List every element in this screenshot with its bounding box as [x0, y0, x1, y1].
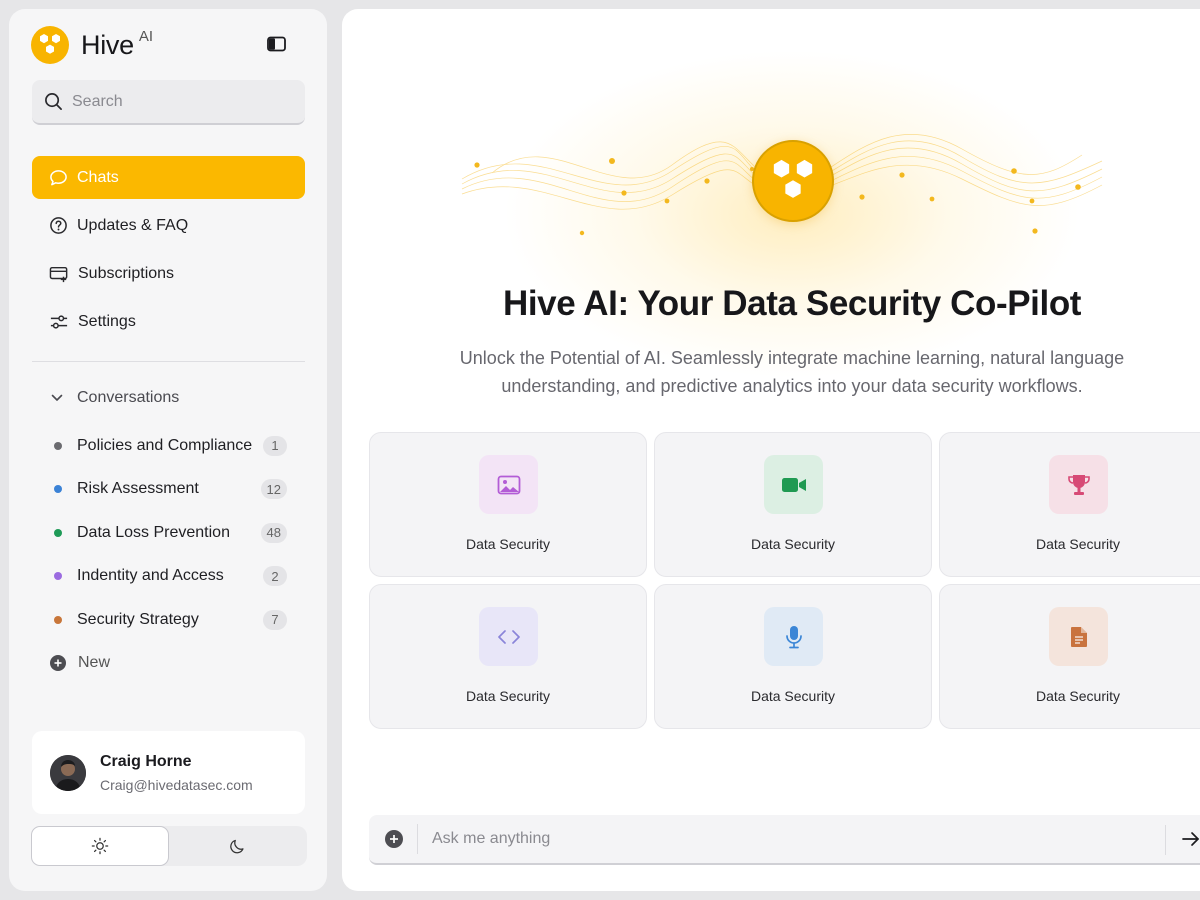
suggestion-card[interactable]: Data Security — [369, 584, 647, 729]
sidebar: Hive AI Chats Updates & FAQ — [9, 9, 327, 891]
card-icon-tile — [1049, 455, 1108, 514]
count-badge: 2 — [263, 566, 287, 587]
brand: Hive AI — [31, 25, 153, 65]
divider — [32, 361, 305, 362]
search-icon — [45, 93, 62, 110]
suggestion-card[interactable]: Data Security — [939, 584, 1200, 729]
suggestion-card[interactable]: Data Security — [939, 432, 1200, 577]
card-label: Data Security — [465, 536, 551, 552]
user-profile-card[interactable]: Craig Horne Craig@hivedatasec.com — [32, 731, 305, 814]
card-icon-tile — [764, 455, 823, 514]
conversation-item[interactable]: Indentity and Access 2 — [51, 555, 287, 599]
status-dot — [54, 441, 62, 450]
chat-input[interactable] — [432, 830, 1132, 848]
conversation-label: Risk Assessment — [77, 480, 199, 498]
conversation-label: Security Strategy — [77, 610, 199, 628]
count-badge: 1 — [263, 435, 287, 456]
question-circle-icon — [50, 217, 67, 234]
main-panel: Hive AI: Your Data Security Co-Pilot Unl… — [342, 9, 1200, 891]
new-label: New — [78, 654, 111, 672]
conversations-toggle[interactable]: Conversations — [51, 389, 179, 407]
status-dot — [54, 615, 62, 624]
conversation-label: Data Loss Prevention — [77, 523, 230, 541]
conversation-item[interactable]: Policies and Compliance 1 — [51, 424, 287, 468]
trophy-icon — [1067, 474, 1090, 495]
nav-item-chats[interactable]: Chats — [32, 156, 305, 199]
brand-name: Hive — [81, 29, 134, 60]
theme-toggle — [31, 826, 307, 866]
sliders-icon — [50, 314, 68, 329]
user-email: Craig@hivedatasec.com — [100, 776, 253, 793]
composer-divider — [417, 824, 418, 854]
user-name: Craig Horne — [100, 752, 192, 770]
composer-divider — [1165, 825, 1166, 855]
nav-label: Settings — [78, 312, 136, 330]
dark-mode-button[interactable] — [169, 826, 307, 866]
card-label: Data Security — [750, 536, 836, 552]
chat-composer — [369, 815, 1200, 865]
count-badge: 12 — [260, 479, 287, 500]
card-icon-tile — [764, 607, 823, 666]
conversation-list: Policies and Compliance 1 Risk Assessmen… — [50, 424, 287, 686]
light-mode-button[interactable] — [31, 826, 169, 866]
new-conversation-button[interactable]: New — [50, 642, 287, 686]
avatar — [50, 754, 86, 791]
search-input[interactable] — [72, 92, 282, 111]
image-icon — [497, 475, 520, 494]
suggestion-card[interactable]: Data Security — [654, 584, 932, 729]
count-badge: 48 — [260, 522, 287, 543]
card-label: Data Security — [465, 688, 551, 704]
code-icon — [497, 629, 520, 644]
page-title: Hive AI: Your Data Security Co-Pilot — [502, 284, 1082, 323]
status-dot — [54, 572, 62, 581]
video-camera-icon — [781, 477, 806, 492]
count-badge: 7 — [263, 609, 287, 630]
conversation-label: Indentity and Access — [77, 567, 224, 585]
nav-item-settings[interactable]: Settings — [32, 300, 305, 343]
suggestion-card[interactable]: Data Security — [369, 432, 647, 577]
conversation-item[interactable]: Data Loss Prevention 48 — [51, 511, 287, 555]
sidebar-toggle-icon[interactable] — [267, 36, 287, 54]
nav-label: Subscriptions — [78, 264, 175, 282]
plus-circle-icon — [50, 655, 66, 672]
main-nav: Chats Updates & FAQ Subscriptions Settin… — [32, 156, 305, 348]
send-arrow-icon[interactable] — [1181, 830, 1200, 848]
moon-icon — [230, 839, 244, 854]
nav-item-updates-faq[interactable]: Updates & FAQ — [32, 204, 305, 247]
card-icon-tile — [1049, 607, 1108, 666]
status-dot — [54, 485, 62, 494]
nav-item-subscriptions[interactable]: Subscriptions — [32, 252, 305, 295]
document-icon — [1070, 626, 1087, 647]
status-dot — [54, 528, 62, 537]
nav-label: Updates & FAQ — [77, 216, 189, 234]
brand-ai-label: AI — [138, 27, 154, 45]
chevron-down-icon — [51, 394, 63, 401]
chat-bubble-icon — [50, 170, 67, 186]
page-subtitle: Unlock the Potential of AI. Seamlessly i… — [459, 348, 1125, 396]
conversation-item[interactable]: Security Strategy 7 — [51, 598, 287, 642]
card-label: Data Security — [1035, 688, 1121, 704]
card-icon-tile — [479, 455, 538, 514]
microphone-icon — [785, 625, 802, 648]
card-label: Data Security — [1035, 536, 1121, 552]
credit-card-icon — [49, 266, 68, 282]
conversation-item[interactable]: Risk Assessment 12 — [51, 468, 287, 512]
attach-plus-icon[interactable] — [385, 830, 403, 848]
card-label: Data Security — [750, 688, 836, 704]
conversations-heading: Conversations — [77, 389, 180, 406]
hive-logo-icon — [31, 26, 69, 64]
conversation-label: Policies and Compliance — [77, 436, 253, 454]
card-icon-tile — [479, 607, 538, 666]
nav-label: Chats — [77, 168, 119, 186]
suggestion-card[interactable]: Data Security — [654, 432, 932, 577]
search-box[interactable] — [32, 80, 305, 125]
hero-hive-logo-icon — [752, 140, 834, 222]
sun-icon — [91, 837, 109, 855]
